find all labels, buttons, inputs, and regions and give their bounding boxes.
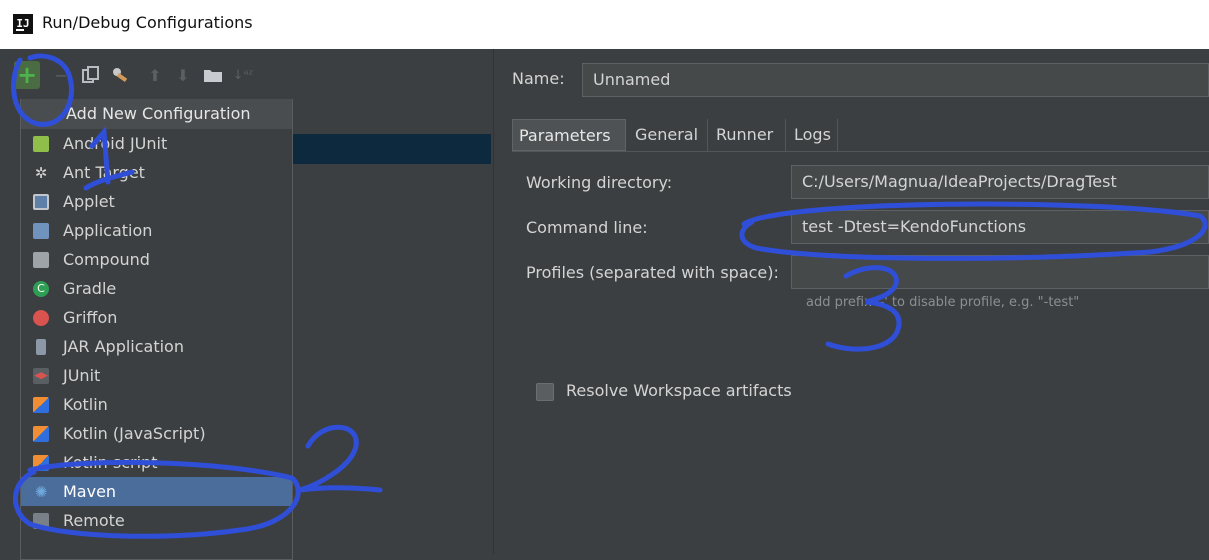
- popup-item-junit[interactable]: ◀▶ JUnit: [21, 361, 292, 390]
- popup-item-maven[interactable]: ✺ Maven: [21, 477, 292, 506]
- window-title: Run/Debug Configurations: [42, 13, 253, 32]
- popup-item-applet[interactable]: Applet: [21, 187, 292, 216]
- wrench-icon: [113, 68, 128, 83]
- folder-button[interactable]: [200, 61, 226, 89]
- tab-general[interactable]: General: [629, 119, 708, 151]
- popup-item-ant-target[interactable]: ✲ Ant Target: [21, 158, 292, 187]
- remote-icon: [33, 513, 49, 529]
- move-down-button[interactable]: ⬇: [170, 61, 196, 89]
- junit-icon: ◀▶: [33, 368, 49, 384]
- command-line-input[interactable]: test -Dtest=KendoFunctions: [791, 210, 1209, 244]
- jar-icon: [36, 339, 46, 355]
- profiles-hint: add prefix '-' to disable profile, e.g. …: [806, 295, 1080, 310]
- ant-icon: ✲: [34, 164, 48, 182]
- intellij-logo-icon: IJ: [13, 14, 33, 34]
- remove-configuration-button[interactable]: −: [48, 61, 74, 89]
- profiles-label: Profiles (separated with space):: [526, 263, 779, 282]
- tab-runner[interactable]: Runner: [710, 119, 786, 151]
- popup-item-griffon[interactable]: Griffon: [21, 303, 292, 332]
- kotlin-script-icon: [33, 455, 49, 471]
- popup-item-remote[interactable]: Remote: [21, 506, 292, 535]
- kotlin-icon: [33, 397, 49, 413]
- copy-configuration-button[interactable]: [78, 61, 104, 89]
- popup-item-android-junit[interactable]: Android JUnit: [21, 129, 292, 158]
- name-input[interactable]: Unnamed: [582, 63, 1209, 97]
- window-titlebar: IJ Run/Debug Configurations: [0, 0, 1209, 49]
- configurations-tree-pane: + − ⬆ ⬇ ↓ᵃᶻ Add New Configuration Androi…: [0, 49, 493, 560]
- sort-button[interactable]: ↓ᵃᶻ: [230, 61, 256, 89]
- resolve-workspace-checkbox[interactable]: [536, 383, 554, 401]
- add-configuration-popup: Add New Configuration Android JUnit ✲ An…: [20, 99, 293, 560]
- griffon-icon: [33, 310, 49, 326]
- parameters-panel: Working directory: C:/Users/Magnua/IdeaP…: [512, 151, 1209, 555]
- popup-item-jar-application[interactable]: JAR Application: [21, 332, 292, 361]
- pane-splitter[interactable]: [493, 49, 513, 554]
- compound-icon: [33, 252, 49, 268]
- tab-logs[interactable]: Logs: [788, 119, 838, 151]
- resolve-workspace-label: Resolve Workspace artifacts: [566, 381, 792, 400]
- popup-item-application[interactable]: Application: [21, 216, 292, 245]
- maven-icon: ✺: [34, 483, 48, 501]
- popup-item-compound[interactable]: Compound: [21, 245, 292, 274]
- dialog-body: + − ⬆ ⬇ ↓ᵃᶻ Add New Configuration Androi…: [0, 49, 1209, 560]
- add-configuration-button[interactable]: +: [14, 61, 40, 89]
- working-directory-label: Working directory:: [526, 173, 673, 192]
- popup-item-kotlin[interactable]: Kotlin: [21, 390, 292, 419]
- popup-item-gradle[interactable]: C Gradle: [21, 274, 292, 303]
- profiles-input[interactable]: [791, 255, 1209, 289]
- popup-item-kotlin-javascript[interactable]: Kotlin (JavaScript): [21, 419, 292, 448]
- tab-parameters[interactable]: Parameters: [512, 119, 626, 151]
- android-icon: [33, 136, 49, 152]
- application-icon: [33, 223, 49, 239]
- working-directory-input[interactable]: C:/Users/Magnua/IdeaProjects/DragTest: [791, 165, 1209, 199]
- edit-defaults-button[interactable]: [108, 61, 134, 89]
- copy-icon: [82, 66, 99, 83]
- popup-header: Add New Configuration: [21, 99, 292, 129]
- move-up-button[interactable]: ⬆: [142, 61, 168, 89]
- popup-item-kotlin-script[interactable]: Kotlin script: [21, 448, 292, 477]
- gradle-icon: C: [33, 281, 49, 297]
- name-label: Name:: [512, 69, 565, 88]
- command-line-label: Command line:: [526, 218, 648, 237]
- selected-tree-row[interactable]: [291, 134, 491, 164]
- configuration-editor: Name: Unnamed Parameters General Runner …: [512, 49, 1209, 555]
- folder-icon: [204, 70, 222, 82]
- applet-icon: [33, 194, 49, 210]
- kotlin-js-icon: [33, 426, 49, 442]
